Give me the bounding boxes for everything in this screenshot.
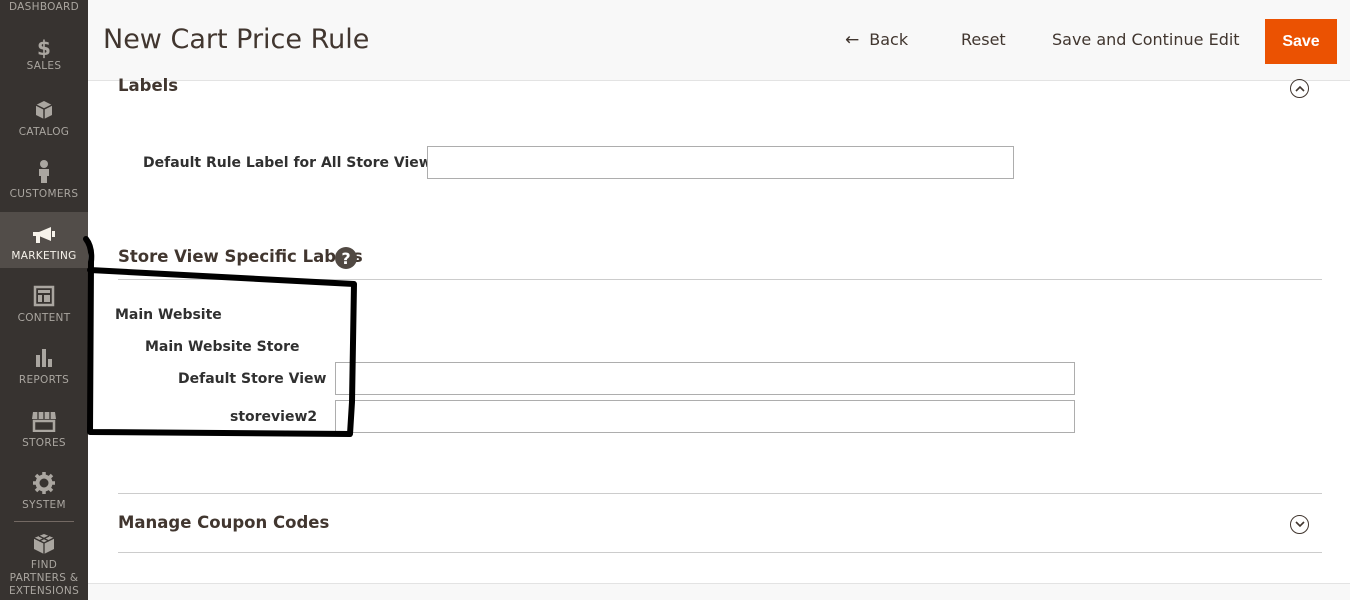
- nav-label-catalog: CATALOG: [18, 126, 70, 138]
- nav-label-content: CONTENT: [17, 312, 71, 324]
- default-store-view-input[interactable]: [335, 362, 1075, 395]
- nav-item-marketing[interactable]: MARKETING: [0, 212, 88, 268]
- nav-item-stores[interactable]: STORES: [0, 410, 88, 458]
- nav-item-content[interactable]: CONTENT: [0, 285, 88, 333]
- nav-item-dashboard[interactable]: DASHBOARD: [0, 0, 88, 14]
- gear-icon: [0, 472, 88, 498]
- page-title: New Cart Price Rule: [103, 24, 370, 55]
- footer-bar: [88, 583, 1350, 600]
- nav-label-reports: REPORTS: [18, 374, 70, 386]
- sidebar-divider: [14, 521, 74, 522]
- nav-item-find-partners[interactable]: FIND PARTNERS & EXTENSIONS: [0, 533, 88, 600]
- expand-down-icon[interactable]: [1290, 515, 1309, 534]
- nav-item-sales[interactable]: $ SALES: [0, 37, 88, 85]
- coupon-section-title[interactable]: Manage Coupon Codes: [118, 513, 329, 532]
- dollar-icon: $: [37, 36, 51, 60]
- cubes-icon: [0, 533, 88, 559]
- default-rule-label-input[interactable]: [427, 146, 1014, 179]
- page-header: New Cart Price Rule ← Back Reset Save and…: [88, 0, 1350, 81]
- labels-section-title[interactable]: Labels: [118, 76, 178, 95]
- collapse-up-icon[interactable]: [1290, 79, 1309, 98]
- person-icon: [0, 159, 88, 187]
- nav-label-marketing: MARKETING: [11, 250, 77, 262]
- nav-item-catalog[interactable]: CATALOG: [0, 99, 88, 147]
- nav-item-reports[interactable]: REPORTS: [0, 347, 88, 395]
- nav-label-find-line2: PARTNERS &: [9, 572, 79, 584]
- back-button[interactable]: ← Back: [845, 30, 908, 50]
- save-and-continue-button[interactable]: Save and Continue Edit: [1052, 30, 1240, 49]
- admin-sidebar: DASHBOARD $ SALES CATALOG CUSTOMERS MARK…: [0, 0, 88, 600]
- nav-label-system: SYSTEM: [22, 499, 66, 511]
- nav-label-sales: SALES: [26, 60, 62, 72]
- back-button-label: Back: [869, 30, 909, 49]
- nav-label-customers: CUSTOMERS: [9, 188, 79, 200]
- megaphone-icon: [0, 225, 88, 249]
- nav-item-customers[interactable]: CUSTOMERS: [0, 159, 88, 207]
- nav-label-find-line1: FIND: [30, 559, 58, 571]
- store-icon: [0, 410, 88, 436]
- save-button[interactable]: Save: [1265, 19, 1337, 64]
- default-rule-label: Default Rule Label for All Store Views: [143, 155, 441, 171]
- nav-item-system[interactable]: SYSTEM: [0, 472, 88, 520]
- annotation-box: [83, 236, 357, 437]
- nav-label-find-line3: EXTENSIONS: [8, 585, 80, 597]
- bar-chart-icon: [0, 347, 88, 373]
- reset-button[interactable]: Reset: [961, 30, 1006, 49]
- coupon-top-divider: [118, 493, 1322, 494]
- nav-label-stores: STORES: [22, 437, 66, 449]
- storeview2-input[interactable]: [335, 400, 1075, 433]
- coupon-bottom-divider: [118, 552, 1322, 553]
- arrow-left-icon: ←: [845, 30, 860, 50]
- box-icon: [0, 99, 88, 125]
- layout-icon: [0, 285, 88, 311]
- nav-label-dashboard: DASHBOARD: [8, 1, 79, 13]
